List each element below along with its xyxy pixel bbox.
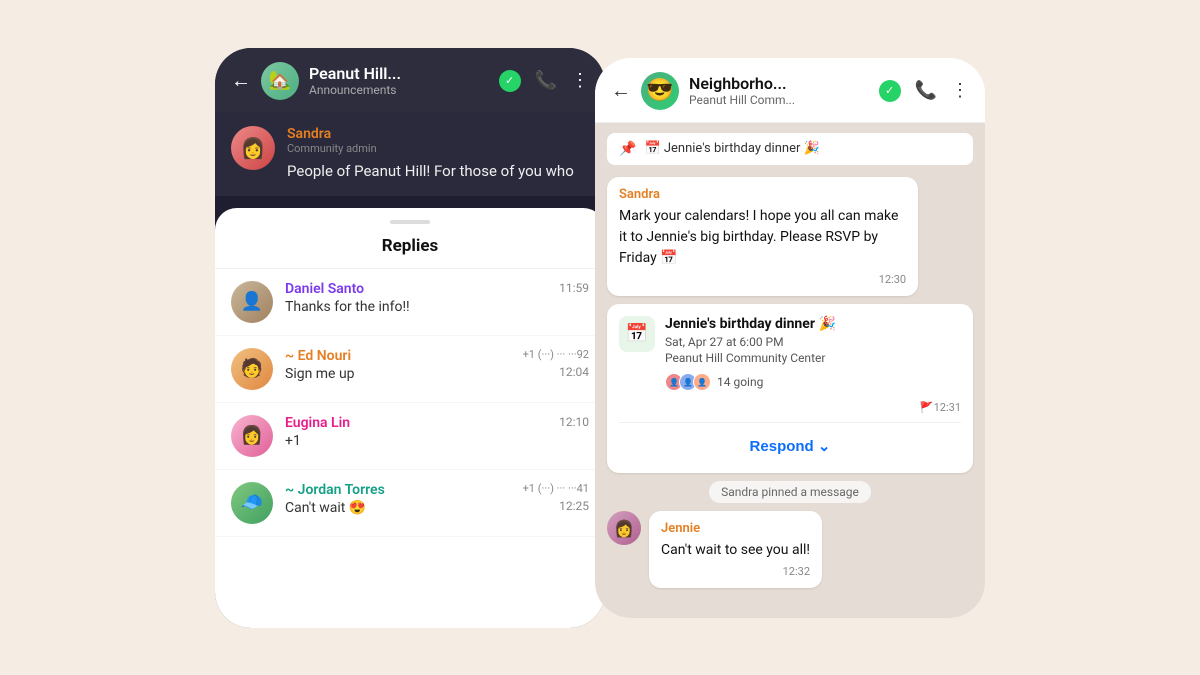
reply-item: 👩 Eugina Lin +1 12:10 xyxy=(215,403,605,470)
reply-meta-ed: +1 (···) ··· ···92 12:04 xyxy=(519,348,589,379)
announcement-text-area: Sandra Community admin People of Peanut … xyxy=(287,126,589,182)
bubble-text-sandra: Mark your calendars! I hope you all can … xyxy=(619,206,906,269)
reply-msg-jordan: Can't wait 😍 xyxy=(285,500,507,516)
reply-time-daniel: 11:59 xyxy=(559,281,589,295)
bubble-time-sandra: 12:30 xyxy=(619,273,906,286)
right-call-icon[interactable]: 📞 xyxy=(915,80,937,101)
sheet-title: Replies xyxy=(215,232,605,269)
reply-time-eugina: 12:10 xyxy=(559,415,589,429)
reply-name-eugina: Eugina Lin xyxy=(285,415,507,431)
reply-avatar-jordan: 🧢 xyxy=(231,482,273,524)
right-chat-body: 📌 📅 Jennie's birthday dinner 🎉 Sandra Ma… xyxy=(595,123,985,618)
reply-content-jordan: ~ Jordan Torres Can't wait 😍 xyxy=(285,482,507,516)
reply-phone-jordan: +1 (···) ··· ···41 xyxy=(523,482,589,495)
event-card: 📅 Jennie's birthday dinner 🎉 Sat, Apr 27… xyxy=(607,304,973,474)
sheet-handle xyxy=(390,220,430,224)
reply-name-daniel: Daniel Santo xyxy=(285,281,507,297)
verified-badge: ✓ xyxy=(499,70,521,92)
right-back-button[interactable]: ← xyxy=(611,78,631,103)
reply-item: 👤 Daniel Santo Thanks for the info!! 11:… xyxy=(215,269,605,336)
event-going: 👤 👤 👤 14 going xyxy=(665,373,961,391)
reply-time-jordan: 12:25 xyxy=(559,499,589,513)
bottom-sheet: Replies 👤 Daniel Santo Thanks for the in… xyxy=(215,208,605,628)
bubble-sender-jennie: Jennie xyxy=(661,521,810,536)
reply-msg-daniel: Thanks for the info!! xyxy=(285,299,507,315)
call-icon[interactable]: 📞 xyxy=(535,70,557,91)
jennie-bubble-row: 👩 Jennie Can't wait to see you all! 12:3… xyxy=(607,511,973,588)
more-icon[interactable]: ⋮ xyxy=(571,70,589,91)
announcement-section: 👩 Sandra Community admin People of Peanu… xyxy=(215,112,605,196)
respond-button[interactable]: Respond ⌄ xyxy=(619,431,961,461)
going-count: 14 going xyxy=(717,375,763,389)
event-divider xyxy=(619,422,961,423)
reply-msg-ed: Sign me up xyxy=(285,366,507,382)
reply-content-daniel: Daniel Santo Thanks for the info!! xyxy=(285,281,507,315)
reply-meta-jordan: +1 (···) ··· ···41 12:25 xyxy=(519,482,589,513)
pinned-bar[interactable]: 📌 📅 Jennie's birthday dinner 🎉 xyxy=(607,133,973,165)
reply-name-ed: ~ Ed Nouri xyxy=(285,348,507,364)
reply-avatar-ed: 🧑 xyxy=(231,348,273,390)
sandra-role: Community admin xyxy=(287,142,589,155)
pin-icon: 📌 xyxy=(619,141,636,157)
jennie-avatar: 👩 xyxy=(607,511,641,545)
left-phone: ← 🏡 Peanut Hill... Announcements ✓ 📞 ⋮ 👩… xyxy=(215,48,605,628)
event-title: Jennie's birthday dinner 🎉 xyxy=(665,316,961,332)
sandra-chat-bubble: Sandra Mark your calendars! I hope you a… xyxy=(607,177,918,296)
reply-list: 👤 Daniel Santo Thanks for the info!! 11:… xyxy=(215,269,605,619)
group-subtitle: Announcements xyxy=(309,83,489,97)
right-header: ← 😎 Neighborho... Peanut Hill Comm... ✓ … xyxy=(595,58,985,123)
right-header-info: Neighborho... Peanut Hill Comm... xyxy=(689,74,869,107)
reply-meta-daniel: 11:59 xyxy=(519,281,589,295)
phones-container: ← 🏡 Peanut Hill... Announcements ✓ 📞 ⋮ 👩… xyxy=(215,48,985,628)
sandra-avatar: 👩 xyxy=(231,126,275,170)
right-group-title: Neighborho... xyxy=(689,74,869,93)
going-avatar-3: 👤 xyxy=(693,373,711,391)
reply-msg-eugina: +1 xyxy=(285,433,507,449)
bubble-text-jennie: Can't wait to see you all! xyxy=(661,540,810,561)
bubble-time-jennie: 12:32 xyxy=(661,565,810,578)
announcement-message: People of Peanut Hill! For those of you … xyxy=(287,161,589,182)
back-button[interactable]: ← xyxy=(231,68,251,93)
going-avatars: 👤 👤 👤 xyxy=(665,373,711,391)
system-message: Sandra pinned a message xyxy=(709,481,871,503)
header-icons: ✓ 📞 ⋮ xyxy=(499,70,589,92)
reply-item: 🧑 ~ Ed Nouri Sign me up +1 (···) ··· ···… xyxy=(215,336,605,403)
reply-content-ed: ~ Ed Nouri Sign me up xyxy=(285,348,507,382)
pinned-text: 📅 Jennie's birthday dinner 🎉 xyxy=(644,141,819,156)
event-date: Sat, Apr 27 at 6:00 PM xyxy=(665,334,961,351)
event-details: Jennie's birthday dinner 🎉 Sat, Apr 27 a… xyxy=(665,316,961,392)
sandra-name: Sandra xyxy=(287,126,589,142)
left-header: ← 🏡 Peanut Hill... Announcements ✓ 📞 ⋮ xyxy=(215,48,605,112)
group-title: Peanut Hill... xyxy=(309,64,489,83)
reply-phone-ed: +1 (···) ··· ···92 xyxy=(523,348,589,361)
right-group-subtitle: Peanut Hill Comm... xyxy=(689,93,869,107)
header-info: Peanut Hill... Announcements xyxy=(309,64,489,97)
right-group-avatar: 😎 xyxy=(641,72,679,110)
right-phone: ← 😎 Neighborho... Peanut Hill Comm... ✓ … xyxy=(595,58,985,618)
reply-time-ed: 12:04 xyxy=(559,365,589,379)
event-time-row: 🚩12:31 xyxy=(619,401,961,414)
group-avatar: 🏡 xyxy=(261,62,299,100)
reply-avatar-daniel: 👤 xyxy=(231,281,273,323)
calendar-icon: 📅 xyxy=(619,316,655,352)
right-verified-badge: ✓ xyxy=(879,80,901,102)
reply-avatar-eugina: 👩 xyxy=(231,415,273,457)
event-location: Peanut Hill Community Center xyxy=(665,350,961,367)
right-header-icons: ✓ 📞 ⋮ xyxy=(879,80,969,102)
event-time: 🚩12:31 xyxy=(920,401,961,414)
bubble-sender-sandra: Sandra xyxy=(619,187,906,202)
event-card-inner: 📅 Jennie's birthday dinner 🎉 Sat, Apr 27… xyxy=(619,316,961,392)
right-more-icon[interactable]: ⋮ xyxy=(951,80,969,101)
reply-name-jordan: ~ Jordan Torres xyxy=(285,482,507,498)
reply-meta-eugina: 12:10 xyxy=(519,415,589,429)
jennie-chat-bubble: Jennie Can't wait to see you all! 12:32 xyxy=(649,511,822,588)
reply-content-eugina: Eugina Lin +1 xyxy=(285,415,507,449)
reply-item: 🧢 ~ Jordan Torres Can't wait 😍 +1 (···) … xyxy=(215,470,605,537)
